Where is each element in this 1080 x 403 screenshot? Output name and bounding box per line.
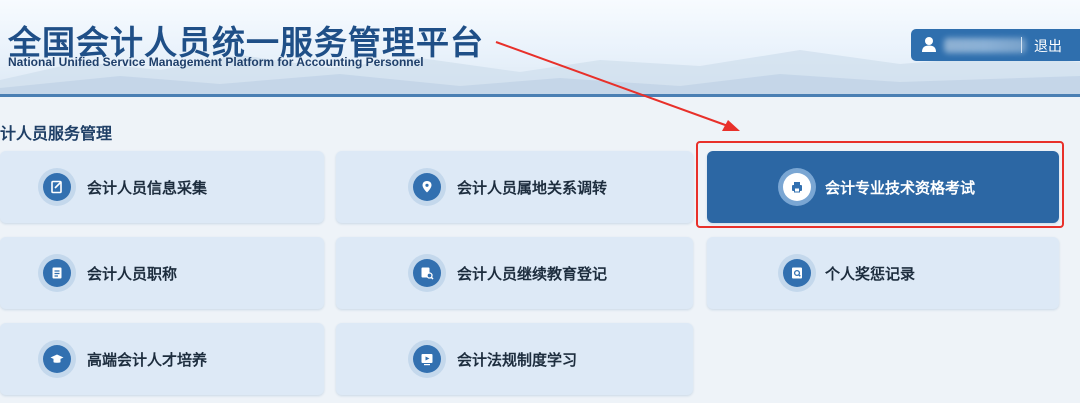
document-icon — [38, 254, 76, 292]
card-label: 会计人员属地关系调转 — [457, 179, 608, 197]
card-label: 会计人员继续教育登记 — [457, 265, 608, 283]
logout-button[interactable]: 退出 — [1034, 36, 1062, 56]
user-icon[interactable] — [921, 36, 937, 53]
card-professional-title[interactable]: 会计人员职称 — [0, 237, 324, 309]
header: 全国会计人员统一服务管理平台 National Unified Service … — [0, 0, 1080, 96]
divider — [1021, 37, 1022, 53]
card-continuing-education[interactable]: 会计人员继续教育登记 — [336, 237, 693, 309]
card-qualification-exam[interactable]: 会计专业技术资格考试 — [707, 151, 1059, 223]
printer-exam-icon — [778, 168, 816, 206]
edit-form-icon — [38, 168, 76, 206]
username-blurred — [944, 38, 1026, 53]
card-label: 会计法规制度学习 — [457, 351, 578, 369]
card-reward-record[interactable]: 个人奖惩记录 — [707, 237, 1059, 309]
header-divider — [0, 94, 1080, 97]
card-regulation-study[interactable]: 会计法规制度学习 — [336, 323, 693, 395]
record-search-icon — [778, 254, 816, 292]
card-talent-training[interactable]: 高端会计人才培养 — [0, 323, 324, 395]
section-title: 计人员服务管理 — [0, 124, 113, 143]
user-box: 退出 — [911, 29, 1080, 61]
graduation-cap-icon — [38, 340, 76, 378]
location-pin-icon — [408, 168, 446, 206]
document-search-icon — [408, 254, 446, 292]
card-label: 会计人员职称 — [87, 265, 178, 283]
card-label: 个人奖惩记录 — [825, 265, 916, 283]
card-label: 高端会计人才培养 — [87, 351, 208, 369]
card-label: 会计专业技术资格考试 — [825, 179, 976, 197]
page-subtitle: National Unified Service Management Plat… — [8, 55, 424, 69]
card-relation-transfer[interactable]: 会计人员属地关系调转 — [336, 151, 693, 223]
video-play-icon — [408, 340, 446, 378]
card-info-collection[interactable]: 会计人员信息采集 — [0, 151, 324, 223]
card-label: 会计人员信息采集 — [87, 179, 208, 197]
